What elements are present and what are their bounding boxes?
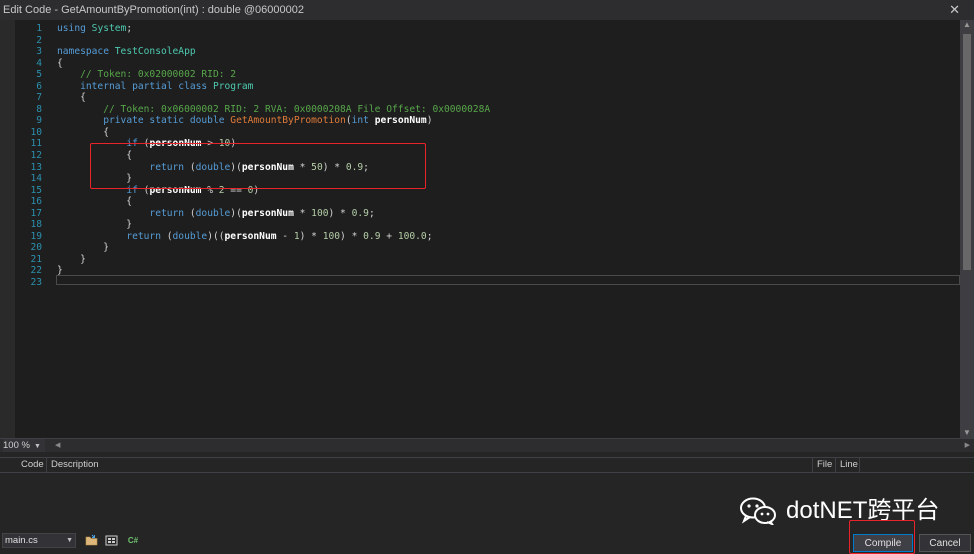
line-number: 3 xyxy=(36,46,42,58)
references-icon xyxy=(105,535,117,546)
line-number: 8 xyxy=(36,103,42,115)
code-line[interactable]: 8 // Token: 0x06000002 RID: 2 RVA: 0x000… xyxy=(0,104,958,116)
code-line[interactable]: 9 private static double GetAmountByPromo… xyxy=(0,115,958,127)
column-divider xyxy=(835,458,836,472)
file-dropdown[interactable]: main.cs ▼ xyxy=(2,533,76,548)
zoom-bar: 100 % ▼ ◀ ▶ xyxy=(0,438,974,452)
code-text[interactable]: using System; xyxy=(57,23,132,35)
code-line[interactable]: 21 } xyxy=(0,254,958,266)
line-number: 7 xyxy=(36,92,42,104)
code-text[interactable]: private static double GetAmountByPromoti… xyxy=(57,115,432,127)
code-line[interactable]: 20 } xyxy=(0,242,958,254)
line-number: 20 xyxy=(30,242,42,254)
code-line[interactable]: 16 { xyxy=(0,196,958,208)
code-text[interactable]: // Token: 0x02000002 RID: 2 xyxy=(57,69,236,81)
code-text[interactable]: return (double)((personNum - 1) * 100) *… xyxy=(57,231,432,243)
column-divider xyxy=(46,458,47,472)
code-line[interactable]: 1 using System; xyxy=(0,23,958,35)
code-line[interactable]: 3 namespace TestConsoleApp xyxy=(0,46,958,58)
line-number: 9 xyxy=(36,115,42,127)
code-text[interactable]: } xyxy=(57,242,109,254)
column-divider xyxy=(812,458,813,472)
line-number: 19 xyxy=(30,230,42,242)
scroll-left-icon[interactable]: ◀ xyxy=(55,439,60,452)
line-number: 4 xyxy=(36,57,42,69)
error-list-header: Code Description File Line xyxy=(0,458,974,473)
column-line[interactable]: Line xyxy=(840,458,858,472)
code-line[interactable]: 4{ xyxy=(0,58,958,70)
wechat-icon xyxy=(740,497,776,525)
code-text[interactable]: namespace TestConsoleApp xyxy=(57,46,196,58)
code-line[interactable]: 2 xyxy=(0,35,958,47)
code-text[interactable]: return (double)(personNum * 100) * 0.9; xyxy=(57,208,374,220)
cancel-button[interactable]: Cancel xyxy=(919,534,971,552)
open-folder-button[interactable] xyxy=(84,534,98,547)
column-divider xyxy=(859,458,860,472)
code-line[interactable]: 19 return (double)((personNum - 1) * 100… xyxy=(0,231,958,243)
zoom-value: 100 % xyxy=(3,440,30,451)
code-line[interactable]: 7 { xyxy=(0,92,958,104)
zoom-dropdown[interactable]: 100 % ▼ xyxy=(3,439,45,452)
close-icon[interactable]: ✕ xyxy=(949,0,960,20)
code-line[interactable]: 5 // Token: 0x02000002 RID: 2 xyxy=(0,69,958,81)
scroll-down-icon[interactable]: ▼ xyxy=(963,428,971,437)
code-line[interactable]: 6 internal partial class Program xyxy=(0,81,958,93)
scroll-up-icon[interactable]: ▲ xyxy=(963,20,971,29)
code-line[interactable]: 10 { xyxy=(0,127,958,139)
line-number: 13 xyxy=(30,161,42,173)
highlight-box-if-block xyxy=(90,143,426,189)
line-number: 1 xyxy=(36,23,42,34)
code-editor[interactable]: 1 using System; 2 3 namespace TestConsoleApp… xyxy=(0,20,974,438)
line-number: 17 xyxy=(30,207,42,219)
line-number: 2 xyxy=(36,34,42,46)
column-file[interactable]: File xyxy=(817,458,832,472)
add-class-button[interactable]: C# xyxy=(126,534,140,547)
line-number: 11 xyxy=(30,138,42,150)
current-line-indicator xyxy=(56,275,960,285)
code-text[interactable]: { xyxy=(57,196,132,208)
code-text[interactable]: { xyxy=(57,58,63,70)
assembly-references-button[interactable] xyxy=(104,534,118,547)
code-text[interactable]: { xyxy=(57,92,86,104)
bottom-toolbar: main.cs ▼ C# Compile Cancel xyxy=(0,529,974,554)
code-text[interactable]: } xyxy=(57,219,132,231)
column-code[interactable]: Code xyxy=(21,458,44,472)
window-title: Edit Code - GetAmountByPromotion(int) : … xyxy=(3,4,305,16)
line-number: 22 xyxy=(30,265,42,277)
code-text[interactable]: { xyxy=(57,127,109,139)
code-text[interactable]: // Token: 0x06000002 RID: 2 RVA: 0x00002… xyxy=(57,104,490,116)
cancel-button-label: Cancel xyxy=(929,538,961,549)
scrollbar-thumb[interactable] xyxy=(963,34,971,270)
code-text[interactable]: } xyxy=(57,254,86,266)
line-number: 5 xyxy=(36,69,42,81)
chevron-down-icon: ▼ xyxy=(66,537,73,544)
title-bar: Edit Code - GetAmountByPromotion(int) : … xyxy=(0,0,974,20)
csharp-icon: C# xyxy=(127,536,139,545)
line-number: 6 xyxy=(36,80,42,92)
line-number: 21 xyxy=(30,253,42,265)
column-description[interactable]: Description xyxy=(51,458,99,472)
chevron-down-icon: ▼ xyxy=(33,443,41,450)
file-dropdown-value: main.cs xyxy=(5,535,38,546)
line-number: 14 xyxy=(30,173,42,185)
scroll-right-icon[interactable]: ▶ xyxy=(965,439,970,452)
line-number: 12 xyxy=(30,150,42,162)
line-number: 23 xyxy=(30,277,42,289)
code-line[interactable]: 17 return (double)(personNum * 100) * 0.… xyxy=(0,208,958,220)
line-number: 15 xyxy=(30,184,42,196)
vertical-scrollbar[interactable]: ▲ ▼ xyxy=(960,20,974,438)
code-line[interactable]: 18 } xyxy=(0,219,958,231)
folder-icon xyxy=(85,534,97,546)
line-number: 10 xyxy=(30,126,42,138)
highlight-box-compile xyxy=(849,520,915,554)
code-text[interactable]: internal partial class Program xyxy=(57,81,253,93)
line-number: 18 xyxy=(30,219,42,231)
line-number: 16 xyxy=(30,196,42,208)
